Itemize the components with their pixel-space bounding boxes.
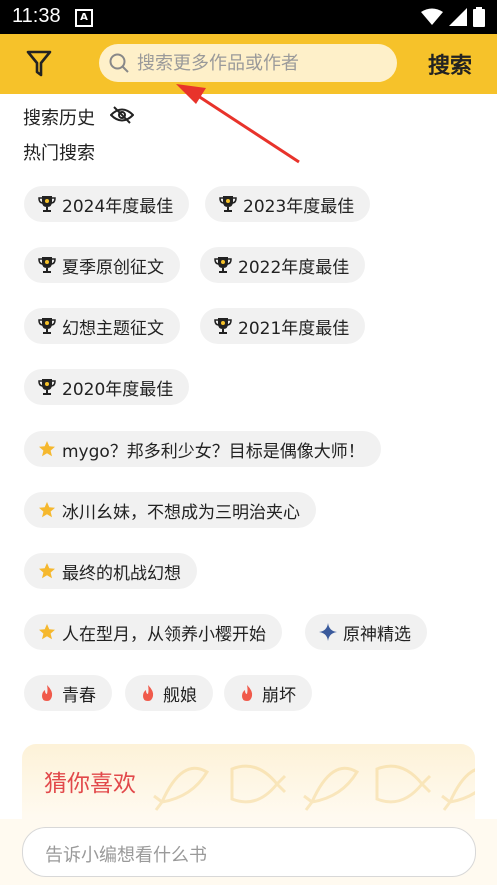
trophy-icon (219, 195, 237, 213)
ask-editor-input[interactable]: 告诉小编想看什么书 (22, 827, 476, 877)
hot-search-chip-label: 原神精选 (343, 624, 411, 645)
hot-search-chip-label: 2020年度最佳 (62, 379, 174, 400)
fish-pattern-icon (153, 766, 210, 811)
trophy-icon (214, 256, 232, 274)
search-bar[interactable] (99, 44, 397, 82)
hot-search-chip-label: mygo？邦多利少女？目标是偶像大师！ (62, 441, 365, 462)
hot-search-chip-label: 最终的机战幻想 (62, 563, 181, 584)
wifi-icon (421, 8, 443, 25)
filter-icon (26, 50, 52, 77)
notification-icon: A (75, 9, 93, 27)
hot-search-chip[interactable]: 最终的机战幻想 (24, 553, 197, 589)
search-button[interactable]: 搜索 (428, 48, 472, 80)
star-icon (38, 440, 56, 458)
battery-icon (473, 7, 485, 27)
hot-search-chip[interactable]: 2023年度最佳 (205, 186, 371, 222)
search-content: 搜索历史 热门搜索 2024年度最佳 2023年度最佳夏季原创征文 2022年度最佳… (2, 94, 497, 819)
flame-icon (139, 684, 157, 702)
trophy-icon (38, 195, 56, 213)
signal-icon (449, 8, 467, 26)
hot-search-chip[interactable]: 2024年度最佳 (24, 186, 190, 222)
hot-search-chip[interactable]: 青春 (24, 675, 112, 711)
ask-editor-placeholder: 告诉小编想看什么书 (45, 845, 207, 866)
status-bar: 11:38 A (0, 0, 497, 34)
hot-search-chip-label: 幻想主题征文 (62, 318, 164, 339)
fish-pattern-icon (230, 764, 287, 804)
hot-search-chip[interactable]: 2020年度最佳 (24, 369, 190, 405)
hot-search-chip[interactable]: 人在型月，从领养小樱开始 (24, 614, 282, 650)
hot-search-chip-label: 舰娘 (163, 685, 197, 706)
sparkle-icon (319, 623, 337, 641)
hot-search-chip[interactable]: 崩坏 (224, 675, 312, 711)
hide-eye-icon[interactable] (110, 106, 134, 124)
trophy-icon (38, 256, 56, 274)
bottom-bar: 告诉小编想看什么书 (0, 819, 497, 885)
hot-search-chip-label: 夏季原创征文 (62, 257, 164, 278)
star-icon (38, 501, 56, 519)
trophy-icon (38, 378, 56, 396)
hot-search-chip[interactable]: 2021年度最佳 (200, 308, 366, 344)
star-icon (38, 562, 56, 580)
guess-you-like-card: 猜你喜欢 (22, 744, 475, 819)
hot-search-chip-label: 2023年度最佳 (243, 196, 355, 217)
fish-pattern-icon (441, 768, 475, 811)
trophy-icon (38, 317, 56, 335)
flame-icon (238, 684, 256, 702)
hot-search-chip-label: 青春 (62, 685, 96, 706)
search-icon (109, 53, 129, 73)
hot-search-title: 热门搜索 (23, 143, 95, 164)
hot-search-chip[interactable]: 2022年度最佳 (200, 247, 366, 283)
star-icon (38, 623, 56, 641)
search-input[interactable] (137, 50, 387, 76)
hot-search-chip[interactable]: 原神精选 (305, 614, 427, 650)
status-time: 11:38 (12, 5, 61, 27)
search-history-title: 搜索历史 (23, 108, 95, 129)
system-icons (421, 7, 485, 27)
hot-search-chip-label: 2022年度最佳 (238, 257, 350, 278)
guess-you-like-title: 猜你喜欢 (44, 771, 136, 797)
hot-search-chip-label: 冰川幺妹，不想成为三明治夹心 (62, 502, 300, 523)
fish-pattern-icon (375, 764, 432, 804)
hot-search-chip[interactable]: mygo？邦多利少女？目标是偶像大师！ (24, 431, 381, 467)
search-header: 搜索 (0, 34, 497, 94)
hot-search-chip-label: 2021年度最佳 (238, 318, 350, 339)
filter-button[interactable] (22, 47, 56, 81)
trophy-icon (214, 317, 232, 335)
hot-search-chip[interactable]: 幻想主题征文 (24, 308, 180, 344)
flame-icon (38, 684, 56, 702)
hot-search-chip[interactable]: 冰川幺妹，不想成为三明治夹心 (24, 492, 316, 528)
hot-search-chip[interactable]: 夏季原创征文 (24, 247, 180, 283)
hot-search-chip[interactable]: 舰娘 (125, 675, 213, 711)
fish-pattern-icon (303, 766, 360, 811)
hot-search-chip-label: 2024年度最佳 (62, 196, 174, 217)
hot-search-chip-label: 人在型月，从领养小樱开始 (62, 624, 266, 645)
hot-search-chip-label: 崩坏 (262, 685, 296, 706)
